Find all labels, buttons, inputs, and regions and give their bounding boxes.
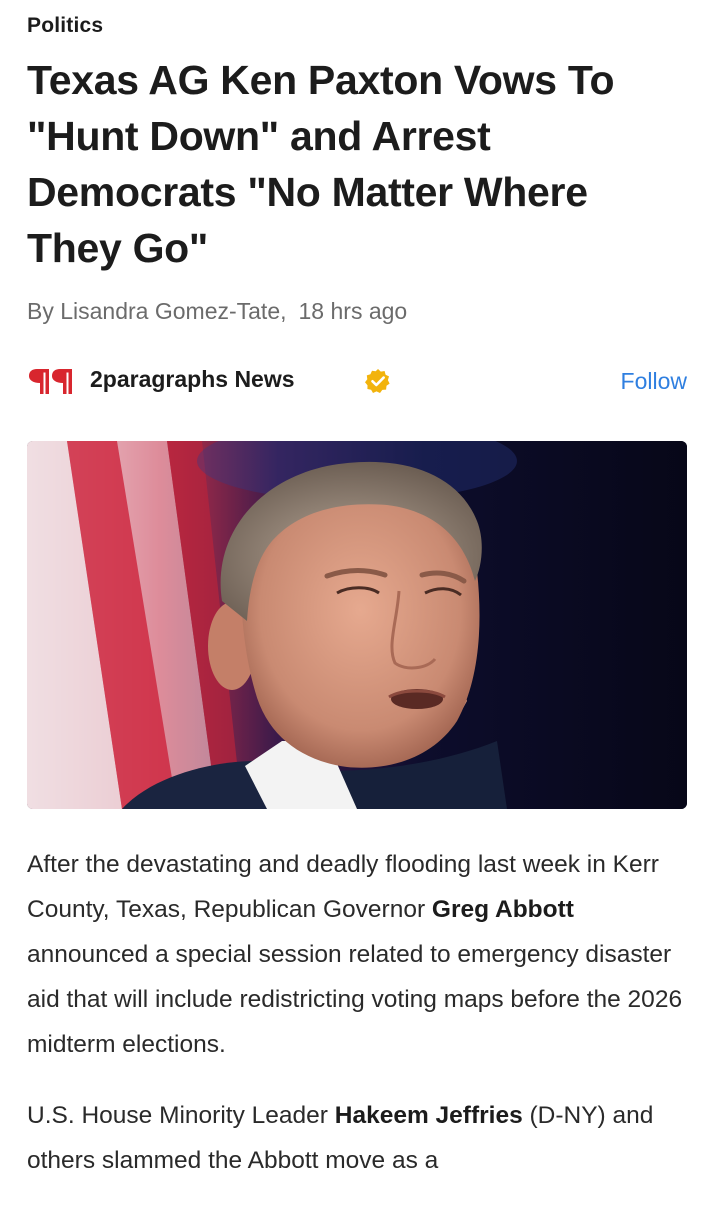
publisher-logo-icon[interactable] [27,366,75,396]
person-name: Hakeem Jeffries [334,1102,523,1129]
article-body: After the devastating and deadly floodin… [27,842,693,1209]
follow-button[interactable]: Follow [621,368,687,395]
person-name: Greg Abbott [431,896,574,923]
publisher-row: 2paragraphs News Follow [27,362,687,406]
byline-author[interactable]: By Lisandra Gomez-Tate, [27,298,287,324]
article-headline: Texas AG Ken Paxton Vows To "Hunt Down" … [27,57,615,271]
publisher-name[interactable]: 2paragraphs News [90,366,295,393]
paragraph-text: announced a special session related to e… [27,941,683,1058]
paragraph-text: U.S. House Minority Leader [27,1102,335,1129]
category-label[interactable]: Politics [27,14,103,38]
speaker-photo [27,441,687,809]
byline-time: 18 hrs ago [298,298,408,324]
paragraph: U.S. House Minority Leader Hakeem Jeffri… [27,1093,693,1183]
paragraph: After the devastating and deadly floodin… [27,842,693,1067]
verified-badge-icon [365,368,391,394]
article-photo[interactable] [27,441,687,809]
byline: By Lisandra Gomez-Tate, 18 hrs ago [27,298,407,325]
